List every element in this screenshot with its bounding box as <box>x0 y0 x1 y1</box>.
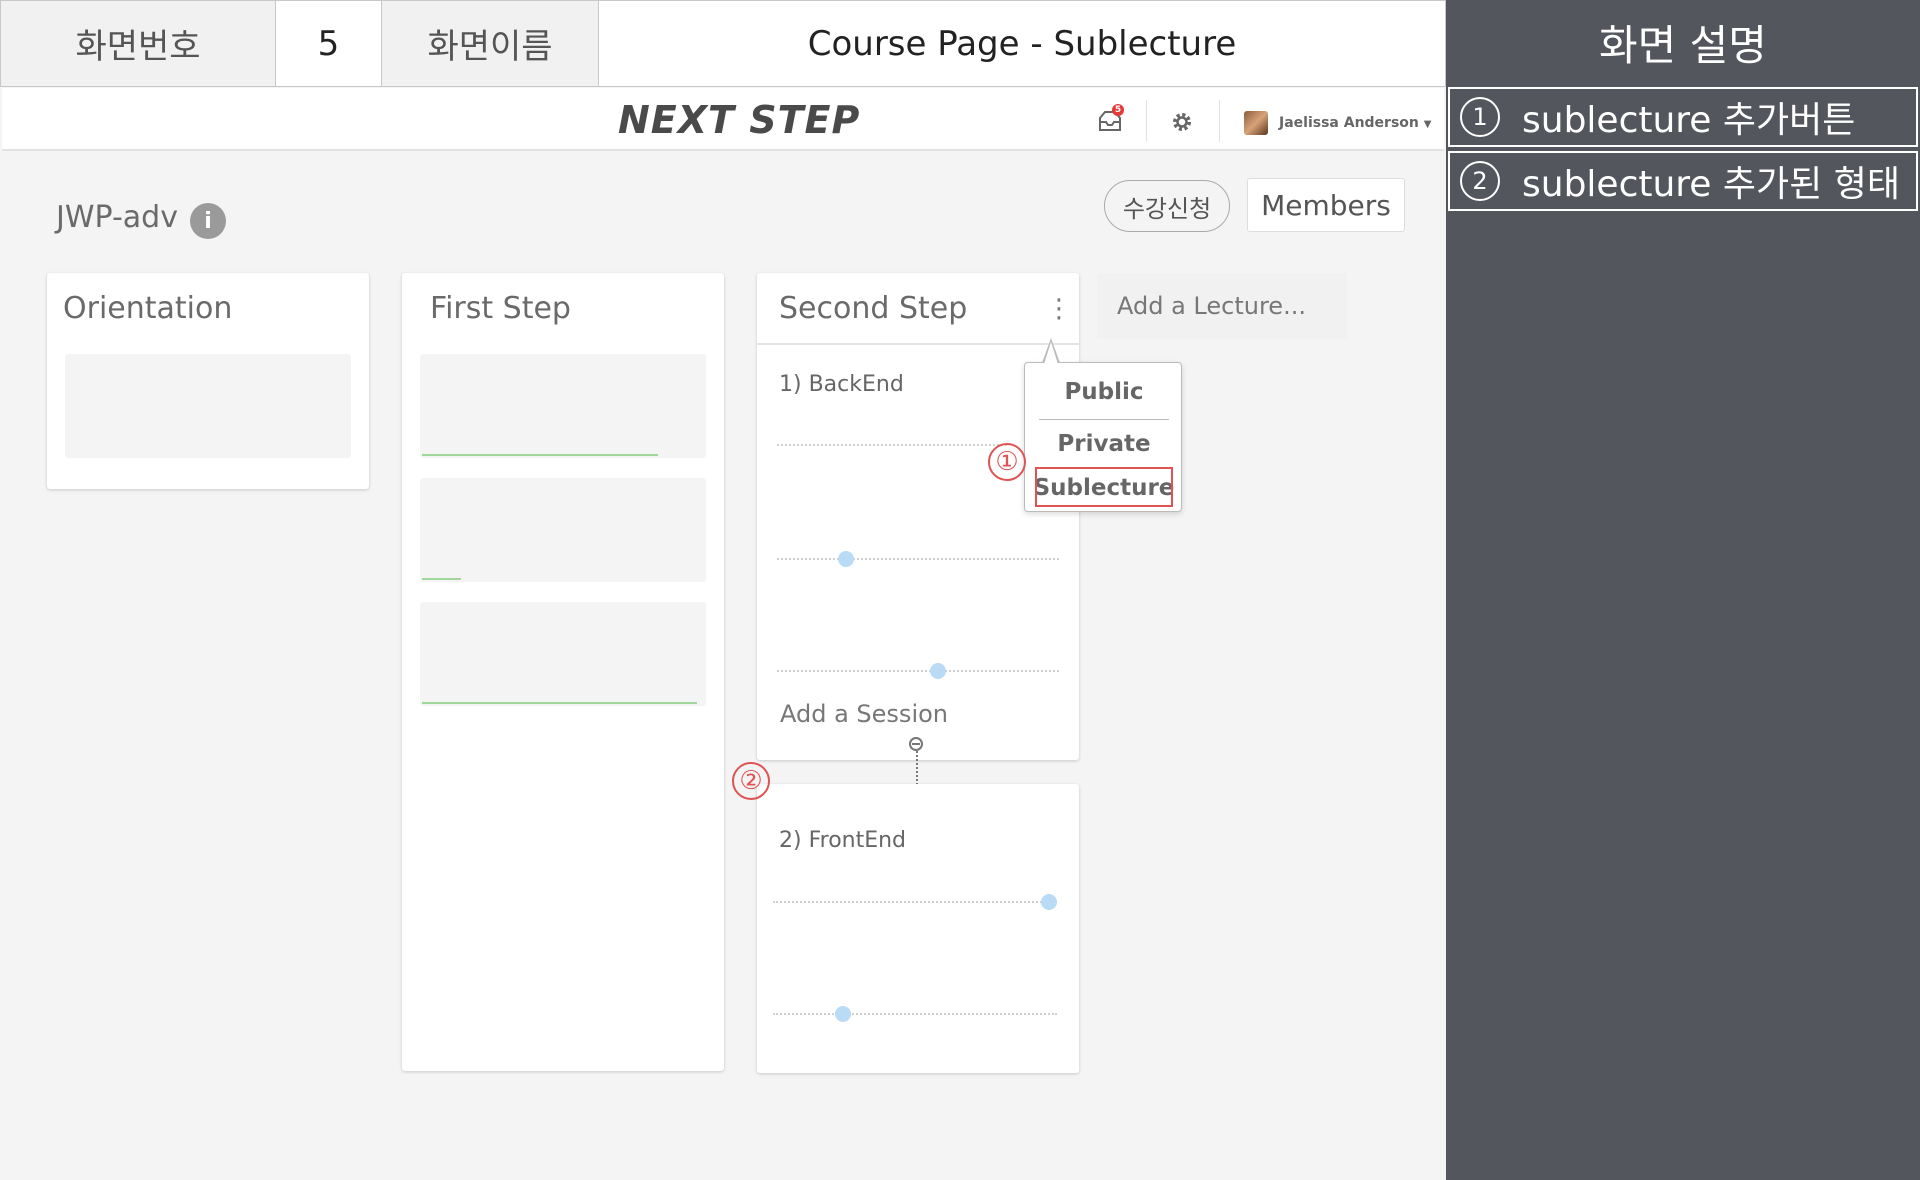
sublecture-title[interactable]: 2) FrontEnd <box>779 828 906 853</box>
nav-divider <box>1146 100 1147 142</box>
description-text: sublecture 추가된 형태 <box>1522 164 1900 205</box>
members-button[interactable]: Members <box>1247 178 1405 232</box>
description-item-2: 2 sublecture 추가된 형태 <box>1448 151 1918 211</box>
gear-icon[interactable] <box>1170 110 1194 134</box>
annotation-marker-2: ② <box>732 762 770 800</box>
screen-number-label: 화면번호 <box>0 0 276 87</box>
add-lecture-button[interactable]: Add a Lecture... <box>1097 273 1347 339</box>
description-panel: 화면 설명 1 sublecture 추가버튼 2 sublecture 추가된… <box>1446 0 1920 1180</box>
session-card[interactable] <box>65 354 351 458</box>
dropdown-item-private[interactable]: Private <box>1025 431 1183 457</box>
session-progress <box>422 702 697 704</box>
dropdown-item-public[interactable]: Public <box>1025 379 1183 405</box>
screen-name: Course Page - Sublecture <box>598 0 1446 87</box>
marker-number: 1 <box>1460 97 1500 137</box>
session-progress <box>422 454 658 456</box>
session-card[interactable] <box>420 478 706 582</box>
screen-name-label: 화면이름 <box>381 0 599 87</box>
screen-root: 화면번호 5 화면이름 Course Page - Sublecture 화면 … <box>0 0 1920 1180</box>
add-session-button[interactable]: Add a Session <box>780 700 948 728</box>
session-card[interactable] <box>420 354 706 458</box>
dropdown-pointer-fill <box>1044 342 1058 364</box>
course-title: JWP-adv <box>56 200 178 235</box>
brand-logo[interactable]: NEXT STEP <box>618 98 860 142</box>
session-item[interactable] <box>777 558 1059 560</box>
description-text: sublecture 추가버튼 <box>1522 100 1856 141</box>
user-name: Jaelissa Anderson <box>1279 115 1419 131</box>
chevron-down-icon: ▼ <box>1423 119 1432 130</box>
description-item-1: 1 sublecture 추가버튼 <box>1448 87 1918 147</box>
dropdown-divider <box>1039 419 1169 420</box>
lecture-title[interactable]: First Step <box>430 291 571 326</box>
connector-handle-icon[interactable] <box>909 737 923 751</box>
lecture-column-first-step: First Step <box>402 273 724 1071</box>
lecture-title[interactable]: Second Step <box>779 291 967 326</box>
lecture-title[interactable]: Orientation <box>63 291 232 326</box>
marker-number: 2 <box>1460 161 1500 201</box>
session-dot <box>835 1006 851 1022</box>
session-dot <box>930 663 946 679</box>
visibility-dropdown: Public Private Sublecture <box>1024 362 1182 512</box>
notification-badge: 5 <box>1112 104 1124 116</box>
user-menu[interactable]: Jaelissa Anderson ▼ <box>1279 115 1431 131</box>
enroll-button[interactable]: 수강신청 <box>1104 180 1230 232</box>
session-item[interactable] <box>773 1013 1057 1015</box>
annotation-marker-1: ① <box>988 443 1026 481</box>
annotation-highlight-box <box>1035 467 1173 507</box>
lecture-column-second-step: Second Step 1) BackEnd <box>757 273 1079 760</box>
session-item[interactable] <box>773 901 1057 903</box>
description-title: 화면 설명 <box>1599 21 1767 70</box>
session-card[interactable] <box>420 602 706 706</box>
session-dot <box>1041 894 1057 910</box>
session-item[interactable] <box>777 670 1059 672</box>
session-progress <box>422 578 461 580</box>
column-header-divider <box>757 343 1079 345</box>
nav-divider <box>1219 100 1220 142</box>
more-options-icon[interactable]: ⋮ <box>1046 296 1072 322</box>
lecture-column-orientation: Orientation <box>47 273 369 489</box>
app-navbar: NEXT STEP <box>2 88 1444 151</box>
screen-number: 5 <box>275 0 382 87</box>
sublecture-title[interactable]: 1) BackEnd <box>779 372 904 397</box>
sublecture-card-frontend: 2) FrontEnd <box>757 784 1079 1073</box>
user-avatar[interactable] <box>1244 111 1268 135</box>
info-icon[interactable]: i <box>190 203 226 239</box>
session-item[interactable] <box>777 444 1007 446</box>
session-dot <box>838 551 854 567</box>
